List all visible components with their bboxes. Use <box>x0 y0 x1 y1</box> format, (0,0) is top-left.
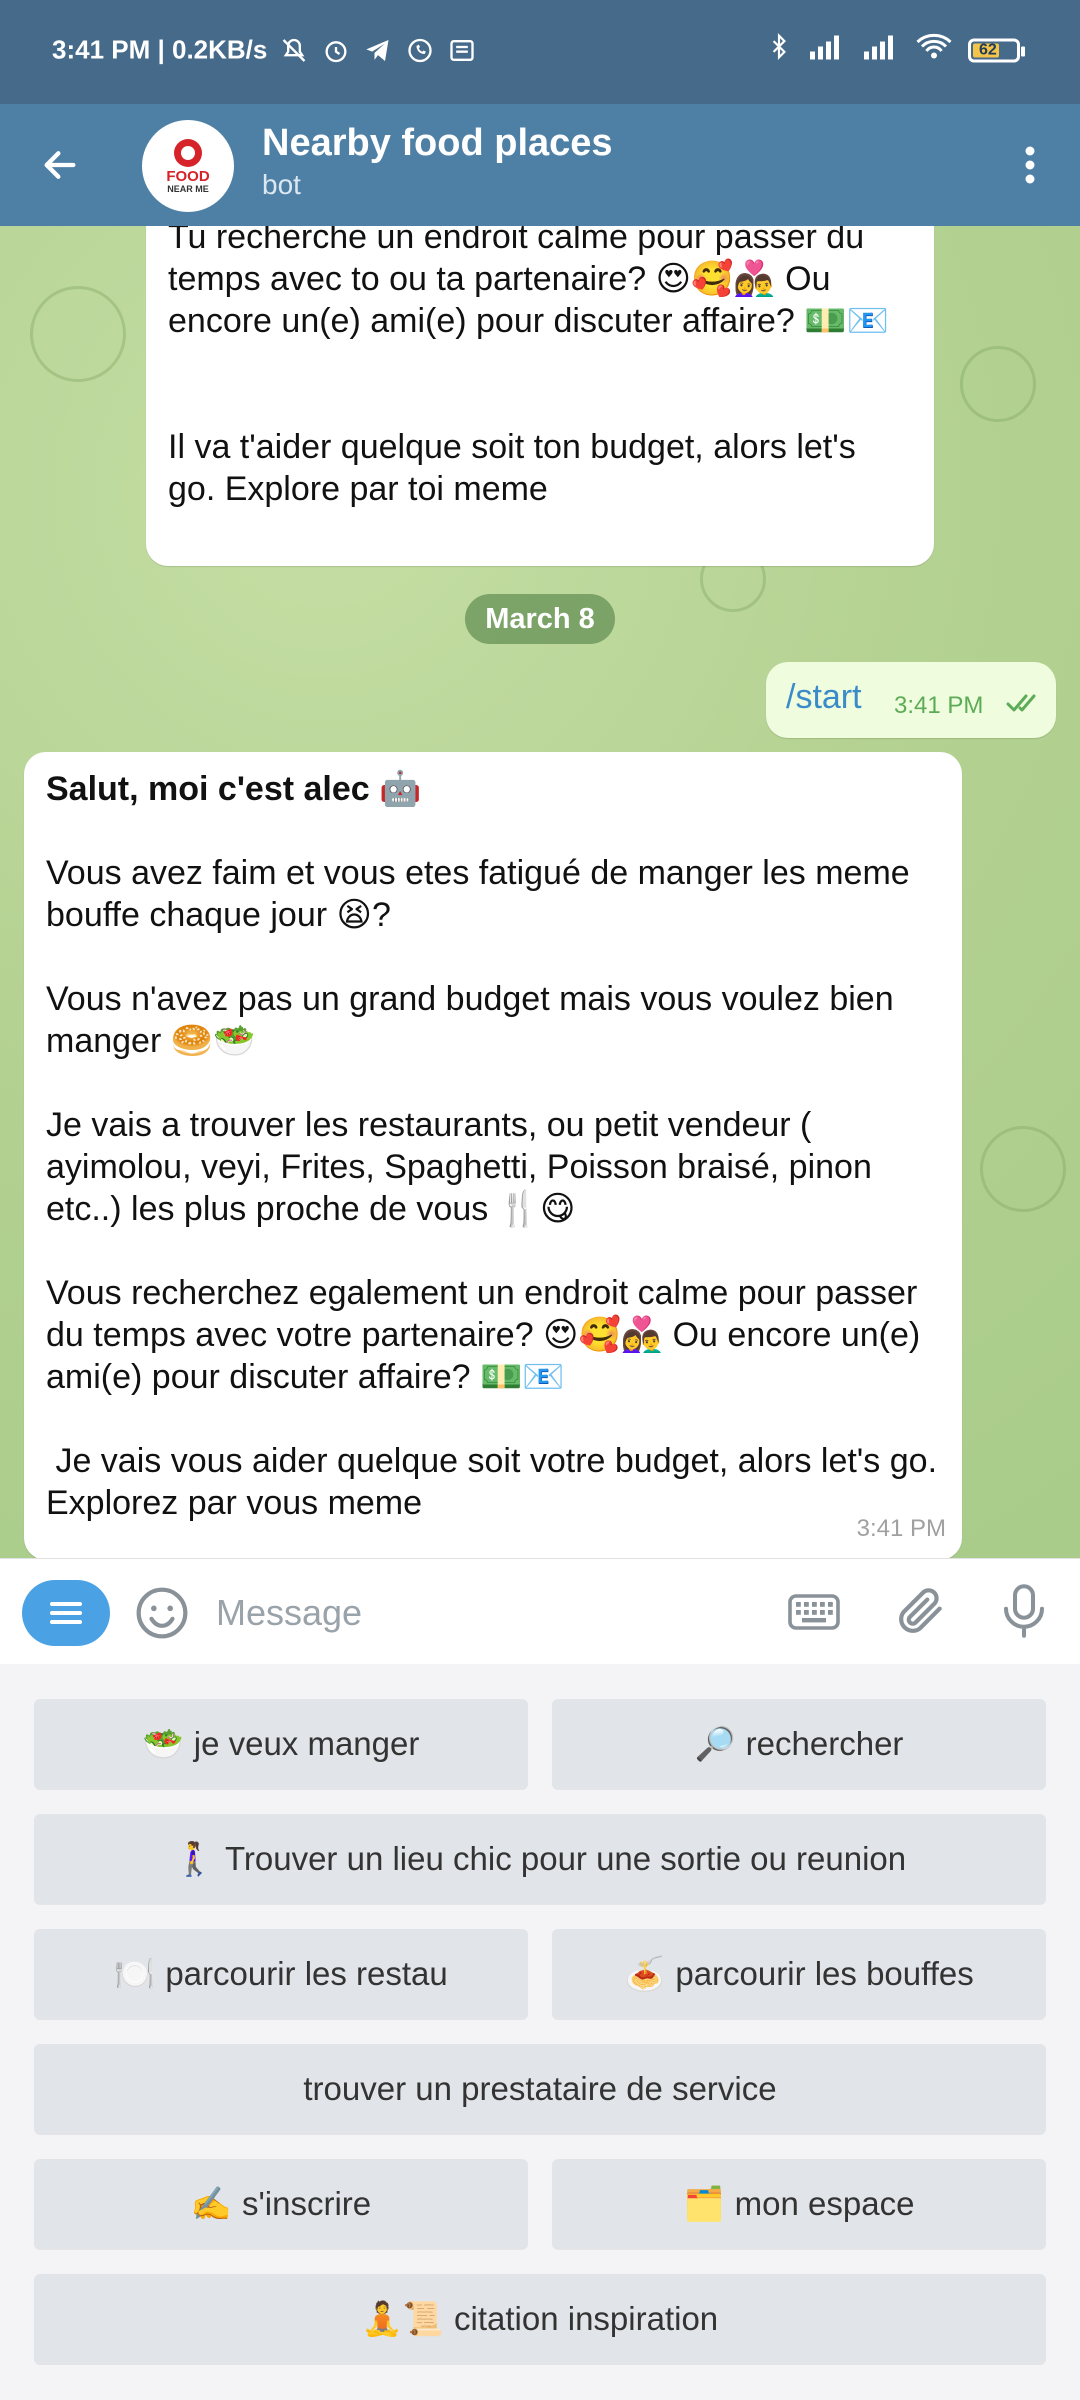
kb-button-sinscrire[interactable]: ✍️ s'inscrire <box>34 2159 528 2249</box>
bot-keyboard-toggle[interactable] <box>786 1587 842 1637</box>
bluetooth-icon <box>766 32 792 69</box>
chat-title-area[interactable]: Nearby food places bot <box>262 118 613 202</box>
previous-message-text: Tu recherche un endroit calme pour passe… <box>168 226 889 508</box>
kb-button-prestataire[interactable]: trouver un prestataire de service <box>34 2044 1046 2134</box>
avatar-text-2: NEAR ME <box>167 183 209 194</box>
kb-button-label: parcourir les bouffes <box>675 1955 974 1992</box>
kb-button-label: parcourir les restau <box>165 1955 448 1992</box>
kb-button-label: citation inspiration <box>454 2300 719 2337</box>
telegram-icon <box>363 35 393 65</box>
status-left: 3:41 PM | 0.2KB/s <box>52 35 477 66</box>
microphone-icon <box>1003 1584 1045 1638</box>
bot-avatar[interactable]: FOOD NEAR ME <box>142 120 234 212</box>
alarm-icon <box>321 35 351 65</box>
meditation-scroll-icon: 🧘📜 <box>361 2299 445 2337</box>
more-vertical-icon <box>1025 146 1035 184</box>
search-icon: 🔎 <box>694 1724 736 1762</box>
paperclip-icon <box>899 1588 942 1633</box>
writing-hand-icon: ✍️ <box>190 2184 232 2222</box>
keyboard-icon <box>788 1594 840 1630</box>
status-bar: 3:41 PM | 0.2KB/s 62 <box>0 0 1080 104</box>
bot-greeting: Salut, moi c'est alec 🤖 <box>46 770 422 808</box>
back-button[interactable] <box>30 135 90 195</box>
salad-icon: 🥗 <box>142 1724 184 1762</box>
whatsapp-icon <box>405 35 435 65</box>
signal-icon-2 <box>862 34 900 67</box>
emoji-button[interactable] <box>134 1585 190 1641</box>
previous-bot-message[interactable]: Tu recherche un endroit calme pour passe… <box>146 226 934 566</box>
kb-button-label: s'inscrire <box>241 2185 372 2222</box>
kb-button-mon-espace[interactable]: 🗂️ mon espace <box>552 2159 1046 2249</box>
read-check-icon <box>1006 692 1044 719</box>
signal-icon-1 <box>808 34 846 67</box>
kb-button-label: mon espace <box>734 2185 915 2222</box>
kb-button-label: rechercher <box>745 1725 904 1762</box>
news-icon <box>447 35 477 65</box>
wifi-icon <box>916 33 952 68</box>
battery-level: 62 <box>979 41 997 58</box>
kb-button-je-veux-manger[interactable]: 🥗 je veux manger <box>34 1699 528 1789</box>
start-command-link[interactable]: /start <box>786 678 862 717</box>
date-separator: March 8 <box>465 594 615 644</box>
message-input[interactable] <box>214 1579 758 1647</box>
more-options-button[interactable] <box>1000 135 1060 195</box>
back-arrow-icon <box>44 151 76 179</box>
walking-person-icon: 🚶‍♀️ <box>173 1839 215 1877</box>
kb-button-parcourir-bouffes[interactable]: 🍝 parcourir les bouffes <box>552 1929 1046 2019</box>
kb-button-label: Trouver un lieu chic pour une sortie ou … <box>224 1840 907 1877</box>
outgoing-time: 3:41 PM <box>894 692 984 719</box>
status-time-network: 3:41 PM | 0.2KB/s <box>52 34 268 65</box>
kb-button-trouver-lieu-chic[interactable]: 🚶‍♀️ Trouver un lieu chic pour une sorti… <box>34 1814 1046 1904</box>
kb-button-label: je veux manger <box>193 1725 420 1762</box>
attach-button[interactable] <box>893 1583 949 1639</box>
kb-button-label: trouver un prestataire de service <box>303 2070 777 2107</box>
kb-button-rechercher[interactable]: 🔎 rechercher <box>552 1699 1046 1789</box>
chat-title: Nearby food places <box>262 122 613 164</box>
voice-record-button[interactable] <box>997 1581 1051 1641</box>
battery-icon: 62 <box>968 38 1025 62</box>
bot-reply-keyboard: 🥗 je veux manger 🔎 rechercher 🚶‍♀️ Trouv… <box>0 1664 1080 2400</box>
bot-menu-button[interactable] <box>22 1580 110 1646</box>
bot-message-body: Vous avez faim et vous etes fatigué de m… <box>46 854 938 1522</box>
folders-icon: 🗂️ <box>683 2184 725 2222</box>
outgoing-message[interactable]: /start 3:41 PM <box>766 662 1056 738</box>
chat-subtitle: bot <box>262 169 301 200</box>
bot-message-time: 3:41 PM <box>856 1515 946 1542</box>
status-right: 62 <box>766 32 1025 69</box>
spaghetti-icon: 🍝 <box>624 1954 666 1992</box>
kb-button-citation[interactable]: 🧘📜 citation inspiration <box>34 2274 1046 2364</box>
bot-welcome-message[interactable]: Salut, moi c'est alec 🤖 Vous avez faim e… <box>24 752 962 1558</box>
menu-icon <box>50 1602 82 1624</box>
chat-messages[interactable]: Tu recherche un endroit calme pour passe… <box>0 226 1080 1558</box>
wallpaper-doodle <box>960 346 1036 422</box>
chat-header: FOOD NEAR ME Nearby food places bot <box>0 104 1080 226</box>
mute-icon <box>279 35 309 65</box>
message-composer <box>0 1558 1080 1665</box>
wallpaper-doodle <box>980 1126 1066 1212</box>
kb-button-parcourir-restau[interactable]: 🍽️ parcourir les restau <box>34 1929 528 2019</box>
smile-icon <box>136 1587 188 1639</box>
plate-cutlery-icon: 🍽️ <box>114 1954 156 1992</box>
wallpaper-doodle <box>30 286 126 382</box>
avatar-text-1: FOOD <box>166 167 210 185</box>
food-logo-icon <box>174 138 202 167</box>
